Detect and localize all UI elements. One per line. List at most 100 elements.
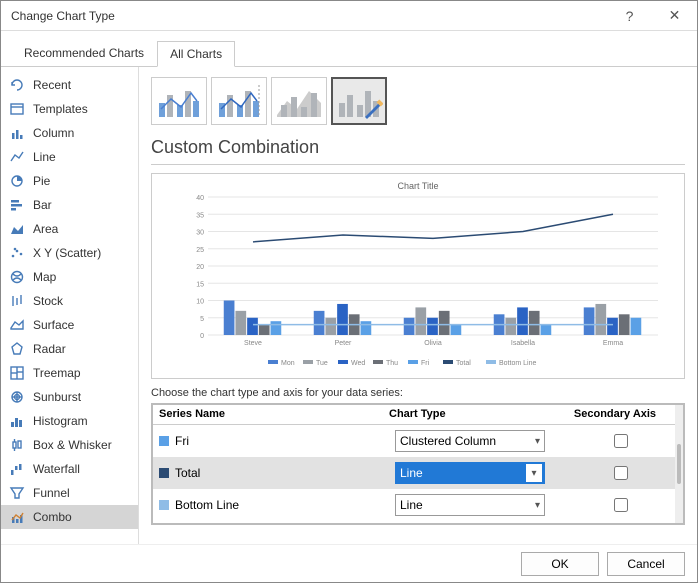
sidebar-item-treemap[interactable]: Treemap [1, 361, 138, 385]
series-row[interactable]: Bottom Line Line▾ [153, 489, 675, 521]
svg-text:Steve: Steve [244, 340, 262, 347]
series-row[interactable]: Total Line▾ [153, 457, 675, 489]
series-row[interactable]: Fri Clustered Column▾ [153, 425, 675, 457]
tab-recommended-charts[interactable]: Recommended Charts [11, 40, 157, 66]
chart-type-dropdown[interactable]: Line▾ [395, 462, 545, 484]
surface-icon [9, 317, 25, 333]
series-swatch [159, 500, 169, 510]
chart-type-dropdown[interactable]: Clustered Column▾ [395, 430, 545, 452]
svg-text:30: 30 [196, 230, 204, 237]
chart-type-sidebar: Recent Templates Column Line PieBarArea X Y (… [1, 67, 139, 544]
stock-icon [9, 293, 25, 309]
cancel-button[interactable]: Cancel [607, 552, 685, 576]
sidebar-item-recent[interactable]: Recent [1, 73, 138, 97]
chart-preview[interactable]: Chart Title0510152025303540StevePeterOli… [151, 173, 685, 379]
secondary-axis-checkbox[interactable] [614, 466, 628, 480]
header-series-name: Series Name [153, 405, 383, 424]
change-chart-type-dialog: Change Chart Type ? ✕ Recommended Charts… [0, 0, 698, 583]
sidebar-item-label: Histogram [33, 414, 88, 428]
secondary-axis-checkbox[interactable] [614, 498, 628, 512]
series-name-label: Bottom Line [175, 498, 239, 512]
series-table: Series Name Chart Type Secondary Axis Fr… [151, 403, 685, 525]
subtype-combo-3[interactable] [271, 77, 327, 125]
sidebar-item-label: Column [33, 126, 74, 140]
histogram-icon [9, 413, 25, 429]
svg-text:20: 20 [196, 264, 204, 271]
sidebar-item-surface[interactable]: Surface [1, 313, 138, 337]
svg-text:Wed: Wed [351, 360, 365, 367]
sidebar-item-label: Templates [33, 102, 88, 116]
waterfall-icon [9, 461, 25, 477]
sidebar-item-waterfall[interactable]: Waterfall [1, 457, 138, 481]
series-name-label: Total [175, 466, 200, 480]
svg-text:10: 10 [196, 299, 204, 306]
chevron-down-icon: ▾ [535, 436, 540, 447]
svg-text:Tue: Tue [316, 360, 328, 367]
sidebar-item-map[interactable]: Map [1, 265, 138, 289]
sidebar-item-area[interactable]: Area [1, 217, 138, 241]
svg-text:15: 15 [196, 281, 204, 288]
series-swatch [159, 436, 169, 446]
sidebar-item-label: Line [33, 150, 56, 164]
subtype-combo-2[interactable] [211, 77, 267, 125]
combo-icon [9, 509, 25, 525]
sidebar-item-templates[interactable]: Templates [1, 97, 138, 121]
column-icon [9, 125, 25, 141]
sidebar-item-label: Waterfall [33, 462, 80, 476]
sidebar-item-label: Funnel [33, 486, 70, 500]
sidebar-item-combo[interactable]: Combo [1, 505, 138, 529]
svg-text:0: 0 [200, 333, 204, 340]
box-icon [9, 437, 25, 453]
sidebar-item-label: Map [33, 270, 56, 284]
sidebar-item-column[interactable]: Column [1, 121, 138, 145]
chart-type-dropdown[interactable]: Line▾ [395, 494, 545, 516]
sidebar-item-sunburst[interactable]: Sunburst [1, 385, 138, 409]
sidebar-item-label: X Y (Scatter) [33, 246, 101, 260]
titlebar: Change Chart Type ? ✕ [1, 1, 697, 31]
ok-button[interactable]: OK [521, 552, 599, 576]
recent-icon [9, 77, 25, 93]
svg-text:5: 5 [200, 316, 204, 323]
subtype-row [151, 77, 685, 125]
series-table-header: Series Name Chart Type Secondary Axis [153, 405, 675, 425]
header-secondary-axis: Secondary Axis [555, 405, 675, 424]
svg-text:40: 40 [196, 195, 204, 202]
radar-icon [9, 341, 25, 357]
sidebar-item-x-y-scatter-[interactable]: X Y (Scatter) [1, 241, 138, 265]
funnel-icon [9, 485, 25, 501]
subtype-combo-custom[interactable] [331, 77, 387, 125]
pie-icon [9, 173, 25, 189]
subtype-combo-1[interactable] [151, 77, 207, 125]
dialog-footer: OK Cancel [1, 544, 697, 582]
help-button[interactable]: ? [607, 1, 652, 31]
bar-icon [9, 197, 25, 213]
svg-text:Bottom Line: Bottom Line [499, 360, 536, 367]
sidebar-item-pie[interactable]: Pie [1, 169, 138, 193]
tab-all-charts[interactable]: All Charts [157, 41, 235, 67]
series-section-label: Choose the chart type and axis for your … [151, 387, 685, 399]
header-chart-type: Chart Type [383, 405, 555, 424]
sidebar-item-label: Box & Whisker [33, 438, 112, 452]
svg-text:Total: Total [456, 360, 471, 367]
sidebar-item-funnel[interactable]: Funnel [1, 481, 138, 505]
sidebar-item-histogram[interactable]: Histogram [1, 409, 138, 433]
svg-text:Isabella: Isabella [511, 340, 535, 347]
svg-text:35: 35 [196, 212, 204, 219]
scatter-icon [9, 245, 25, 261]
close-button[interactable]: ✕ [652, 1, 697, 31]
sidebar-item-box-whisker[interactable]: Box & Whisker [1, 433, 138, 457]
sidebar-item-stock[interactable]: Stock [1, 289, 138, 313]
line-icon [9, 149, 25, 165]
chevron-down-icon: ▾ [535, 500, 540, 511]
sidebar-item-radar[interactable]: Radar [1, 337, 138, 361]
divider [151, 164, 685, 165]
sidebar-item-label: Recent [33, 78, 71, 92]
sidebar-item-label: Radar [33, 342, 66, 356]
sidebar-item-line[interactable]: Line [1, 145, 138, 169]
sidebar-item-bar[interactable]: Bar [1, 193, 138, 217]
sunburst-icon [9, 389, 25, 405]
section-title: Custom Combination [151, 137, 685, 158]
series-swatch [159, 468, 169, 478]
secondary-axis-checkbox[interactable] [614, 434, 628, 448]
series-scrollbar[interactable] [675, 405, 683, 523]
